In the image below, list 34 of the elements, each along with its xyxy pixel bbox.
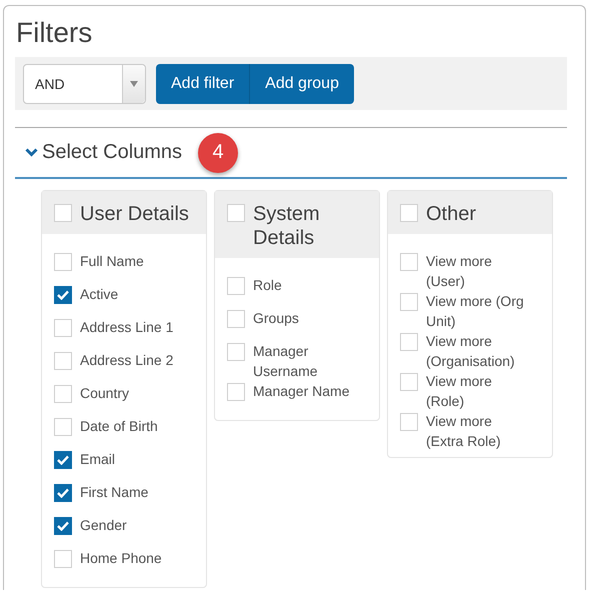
column-option-label: Role xyxy=(253,276,282,295)
checkbox[interactable] xyxy=(54,286,72,304)
column-option-label: Manager Username xyxy=(253,342,319,381)
chevron-icon xyxy=(25,148,38,157)
column-option-label: Groups xyxy=(253,309,299,328)
column-option-label: First Name xyxy=(80,483,148,502)
toolbar-button[interactable]: Add filter xyxy=(156,64,250,104)
column-option-label: View more (Organisation) xyxy=(426,332,516,371)
checkbox[interactable] xyxy=(54,484,72,502)
page-title: Filters xyxy=(16,16,94,50)
group-title: Other xyxy=(426,202,476,226)
column-option-label: Address Line 1 xyxy=(80,318,174,337)
checkbox[interactable] xyxy=(54,451,72,469)
column-option-label: Gender xyxy=(80,516,127,535)
column-option-label: Date of Birth xyxy=(80,417,158,436)
column-option-label: View more (User) xyxy=(426,252,493,291)
operator-select[interactable]: AND xyxy=(23,64,146,104)
column-option-label: Address Line 2 xyxy=(80,351,174,370)
column-option-label: Full Name xyxy=(80,252,144,271)
column-option-label: Active xyxy=(80,285,118,304)
column-option-label: Email xyxy=(80,450,116,469)
group-title: User Details xyxy=(80,202,189,226)
column-option-label: View more (Extra Role) xyxy=(426,412,502,451)
column-option-label: Manager Name xyxy=(253,382,350,401)
count-badge: 4 xyxy=(198,132,238,172)
column-option-label: View more (Role) xyxy=(426,372,493,411)
toolbar-button[interactable]: Add group xyxy=(249,64,354,104)
column-option-label: Country xyxy=(80,384,130,403)
caret-icon xyxy=(130,80,138,86)
column-option-label: Home Phone xyxy=(80,549,162,568)
section-toggle[interactable]: Select Columns xyxy=(25,141,182,164)
column-option-label: View more (Org Unit) xyxy=(426,292,525,331)
group-title: System Details xyxy=(253,202,321,250)
checkbox[interactable] xyxy=(54,517,72,535)
